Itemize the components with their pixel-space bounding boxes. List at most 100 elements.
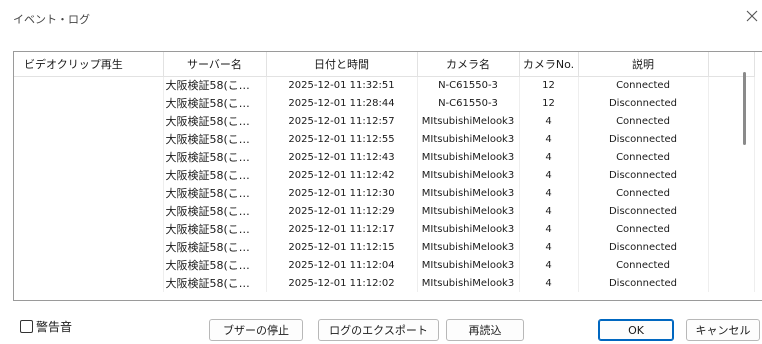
title-bar: イベント・ログ	[0, 0, 762, 34]
cell-description: Disconnected	[578, 238, 709, 256]
cell-video-clip	[14, 148, 164, 166]
stop-buzzer-button[interactable]: ブザーの停止	[209, 319, 303, 341]
table-row[interactable]: 大阪検証58(こ… 2025-12-01 11:12:04 MItsubishiMe…	[14, 256, 755, 274]
col-header-server-name[interactable]: サーバー名	[163, 52, 267, 77]
cell-video-clip	[14, 202, 164, 220]
event-log-table: ビデオクリップ再生 サーバー名 日付と時間 カメラ名 カメラNo. 説明 大阪検…	[13, 51, 762, 301]
cell-camera-name: MItsubishiMelook3	[417, 256, 520, 274]
cell-description: Connected	[578, 148, 709, 166]
cancel-button[interactable]: キャンセル	[686, 319, 760, 341]
ok-button[interactable]: OK	[598, 319, 674, 341]
cell-video-clip	[14, 220, 164, 238]
cell-camera-no: 4	[519, 256, 579, 274]
cell-camera-name: MItsubishiMelook3	[417, 148, 520, 166]
col-header-camera-name[interactable]: カメラ名	[417, 52, 520, 77]
cell-video-clip	[14, 184, 164, 202]
cell-server-name: 大阪検証58(こ…	[163, 220, 267, 238]
table-row[interactable]: 大阪検証58(こ… 2025-12-01 11:12:42 MItsubishiMe…	[14, 166, 755, 184]
cell-server-name: 大阪検証58(こ…	[163, 148, 267, 166]
table-row[interactable]: 大阪検証58(こ… 2025-12-01 11:28:44 N-C61550-3 12…	[14, 94, 755, 112]
cell-server-name: 大阪検証58(こ…	[163, 166, 267, 184]
cell-camera-name: MItsubishiMelook3	[417, 130, 520, 148]
cell-datetime: 2025-12-01 11:12:55	[266, 130, 418, 148]
cell-datetime: 2025-12-01 11:12:29	[266, 202, 418, 220]
cell-server-name: 大阪検証58(こ…	[163, 256, 267, 274]
cell-datetime: 2025-12-01 11:12:17	[266, 220, 418, 238]
cell-video-clip	[14, 112, 164, 130]
table-header: ビデオクリップ再生 サーバー名 日付と時間 カメラ名 カメラNo. 説明	[14, 52, 755, 77]
cell-camera-no: 4	[519, 238, 579, 256]
table-row[interactable]: 大阪検証58(こ… 2025-12-01 11:12:57 MItsubishiMe…	[14, 112, 755, 130]
cell-video-clip	[14, 274, 164, 292]
cell-camera-no: 4	[519, 202, 579, 220]
dialog-footer: 警告音 ブザーの停止 ログのエクスポート 再読込 OK キャンセル	[0, 301, 762, 344]
warning-sound-label: 警告音	[36, 320, 73, 334]
cell-datetime: 2025-12-01 11:12:43	[266, 148, 418, 166]
cell-description: Disconnected	[578, 94, 709, 112]
cell-video-clip	[14, 94, 164, 112]
cell-datetime: 2025-12-01 11:12:30	[266, 184, 418, 202]
cell-description: Connected	[578, 76, 709, 94]
cell-camera-name: MItsubishiMelook3	[417, 202, 520, 220]
table-row[interactable]: 大阪検証58(こ… 2025-12-01 11:32:51 N-C61550-3 12…	[14, 76, 755, 94]
cell-server-name: 大阪検証58(こ…	[163, 112, 267, 130]
cell-server-name: 大阪検証58(こ…	[163, 238, 267, 256]
table-row[interactable]: 大阪検証58(こ… 2025-12-01 11:12:02 MItsubishiMe…	[14, 274, 755, 292]
cell-datetime: 2025-12-01 11:28:44	[266, 94, 418, 112]
cell-camera-name: MItsubishiMelook3	[417, 274, 520, 292]
table-row[interactable]: 大阪検証58(こ… 2025-12-01 11:12:17 MItsubishiMe…	[14, 220, 755, 238]
cell-datetime: 2025-12-01 11:12:04	[266, 256, 418, 274]
cell-camera-name: MItsubishiMelook3	[417, 238, 520, 256]
cell-video-clip	[14, 256, 164, 274]
export-log-button[interactable]: ログのエクスポート	[318, 319, 439, 341]
cell-description: Connected	[578, 184, 709, 202]
cell-server-name: 大阪検証58(こ…	[163, 274, 267, 292]
table-row[interactable]: 大阪検証58(こ… 2025-12-01 11:12:30 MItsubishiMe…	[14, 184, 755, 202]
cell-description: Disconnected	[578, 166, 709, 184]
scrollbar-thumb[interactable]	[743, 72, 746, 145]
col-header-video-clip[interactable]: ビデオクリップ再生	[14, 52, 164, 77]
cell-camera-name: MItsubishiMelook3	[417, 166, 520, 184]
cell-server-name: 大阪検証58(こ…	[163, 202, 267, 220]
cell-camera-name: MItsubishiMelook3	[417, 184, 520, 202]
col-header-datetime[interactable]: 日付と時間	[266, 52, 418, 77]
checkbox-icon[interactable]	[20, 320, 33, 333]
cell-camera-name: N-C61550-3	[417, 94, 520, 112]
cell-description: Disconnected	[578, 202, 709, 220]
cell-server-name: 大阪検証58(こ…	[163, 130, 267, 148]
cell-datetime: 2025-12-01 11:32:51	[266, 76, 418, 94]
col-header-camera-no[interactable]: カメラNo.	[519, 52, 579, 77]
cell-camera-no: 4	[519, 184, 579, 202]
cell-video-clip	[14, 76, 164, 94]
vertical-scrollbar[interactable]	[741, 72, 749, 291]
cell-server-name: 大阪検証58(こ…	[163, 76, 267, 94]
table-row[interactable]: 大阪検証58(こ… 2025-12-01 11:12:43 MItsubishiMe…	[14, 148, 755, 166]
cell-camera-no: 12	[519, 94, 579, 112]
cell-description: Connected	[578, 256, 709, 274]
table-row[interactable]: 大阪検証58(こ… 2025-12-01 11:12:55 MItsubishiMe…	[14, 130, 755, 148]
cell-server-name: 大阪検証58(こ…	[163, 94, 267, 112]
cell-server-name: 大阪検証58(こ…	[163, 184, 267, 202]
cell-video-clip	[14, 166, 164, 184]
cell-description: Disconnected	[578, 274, 709, 292]
cell-description: Connected	[578, 220, 709, 238]
window-title: イベント・ログ	[13, 13, 90, 26]
cell-camera-name: MItsubishiMelook3	[417, 220, 520, 238]
cell-description: Connected	[578, 112, 709, 130]
cell-camera-no: 4	[519, 130, 579, 148]
cell-camera-no: 4	[519, 166, 579, 184]
cell-datetime: 2025-12-01 11:12:15	[266, 238, 418, 256]
cell-camera-no: 4	[519, 220, 579, 238]
table-row[interactable]: 大阪検証58(こ… 2025-12-01 11:12:29 MItsubishiMe…	[14, 202, 755, 220]
cell-datetime: 2025-12-01 11:12:02	[266, 274, 418, 292]
table-row[interactable]: 大阪検証58(こ… 2025-12-01 11:12:15 MItsubishiMe…	[14, 238, 755, 256]
cell-datetime: 2025-12-01 11:12:42	[266, 166, 418, 184]
cell-description: Disconnected	[578, 130, 709, 148]
cell-video-clip	[14, 130, 164, 148]
cell-camera-name: N-C61550-3	[417, 76, 520, 94]
reload-button[interactable]: 再読込	[446, 319, 524, 341]
col-header-description[interactable]: 説明	[578, 52, 709, 77]
close-icon[interactable]	[744, 8, 760, 24]
warning-sound-checkbox[interactable]: 警告音	[20, 318, 72, 335]
cell-camera-no: 4	[519, 148, 579, 166]
